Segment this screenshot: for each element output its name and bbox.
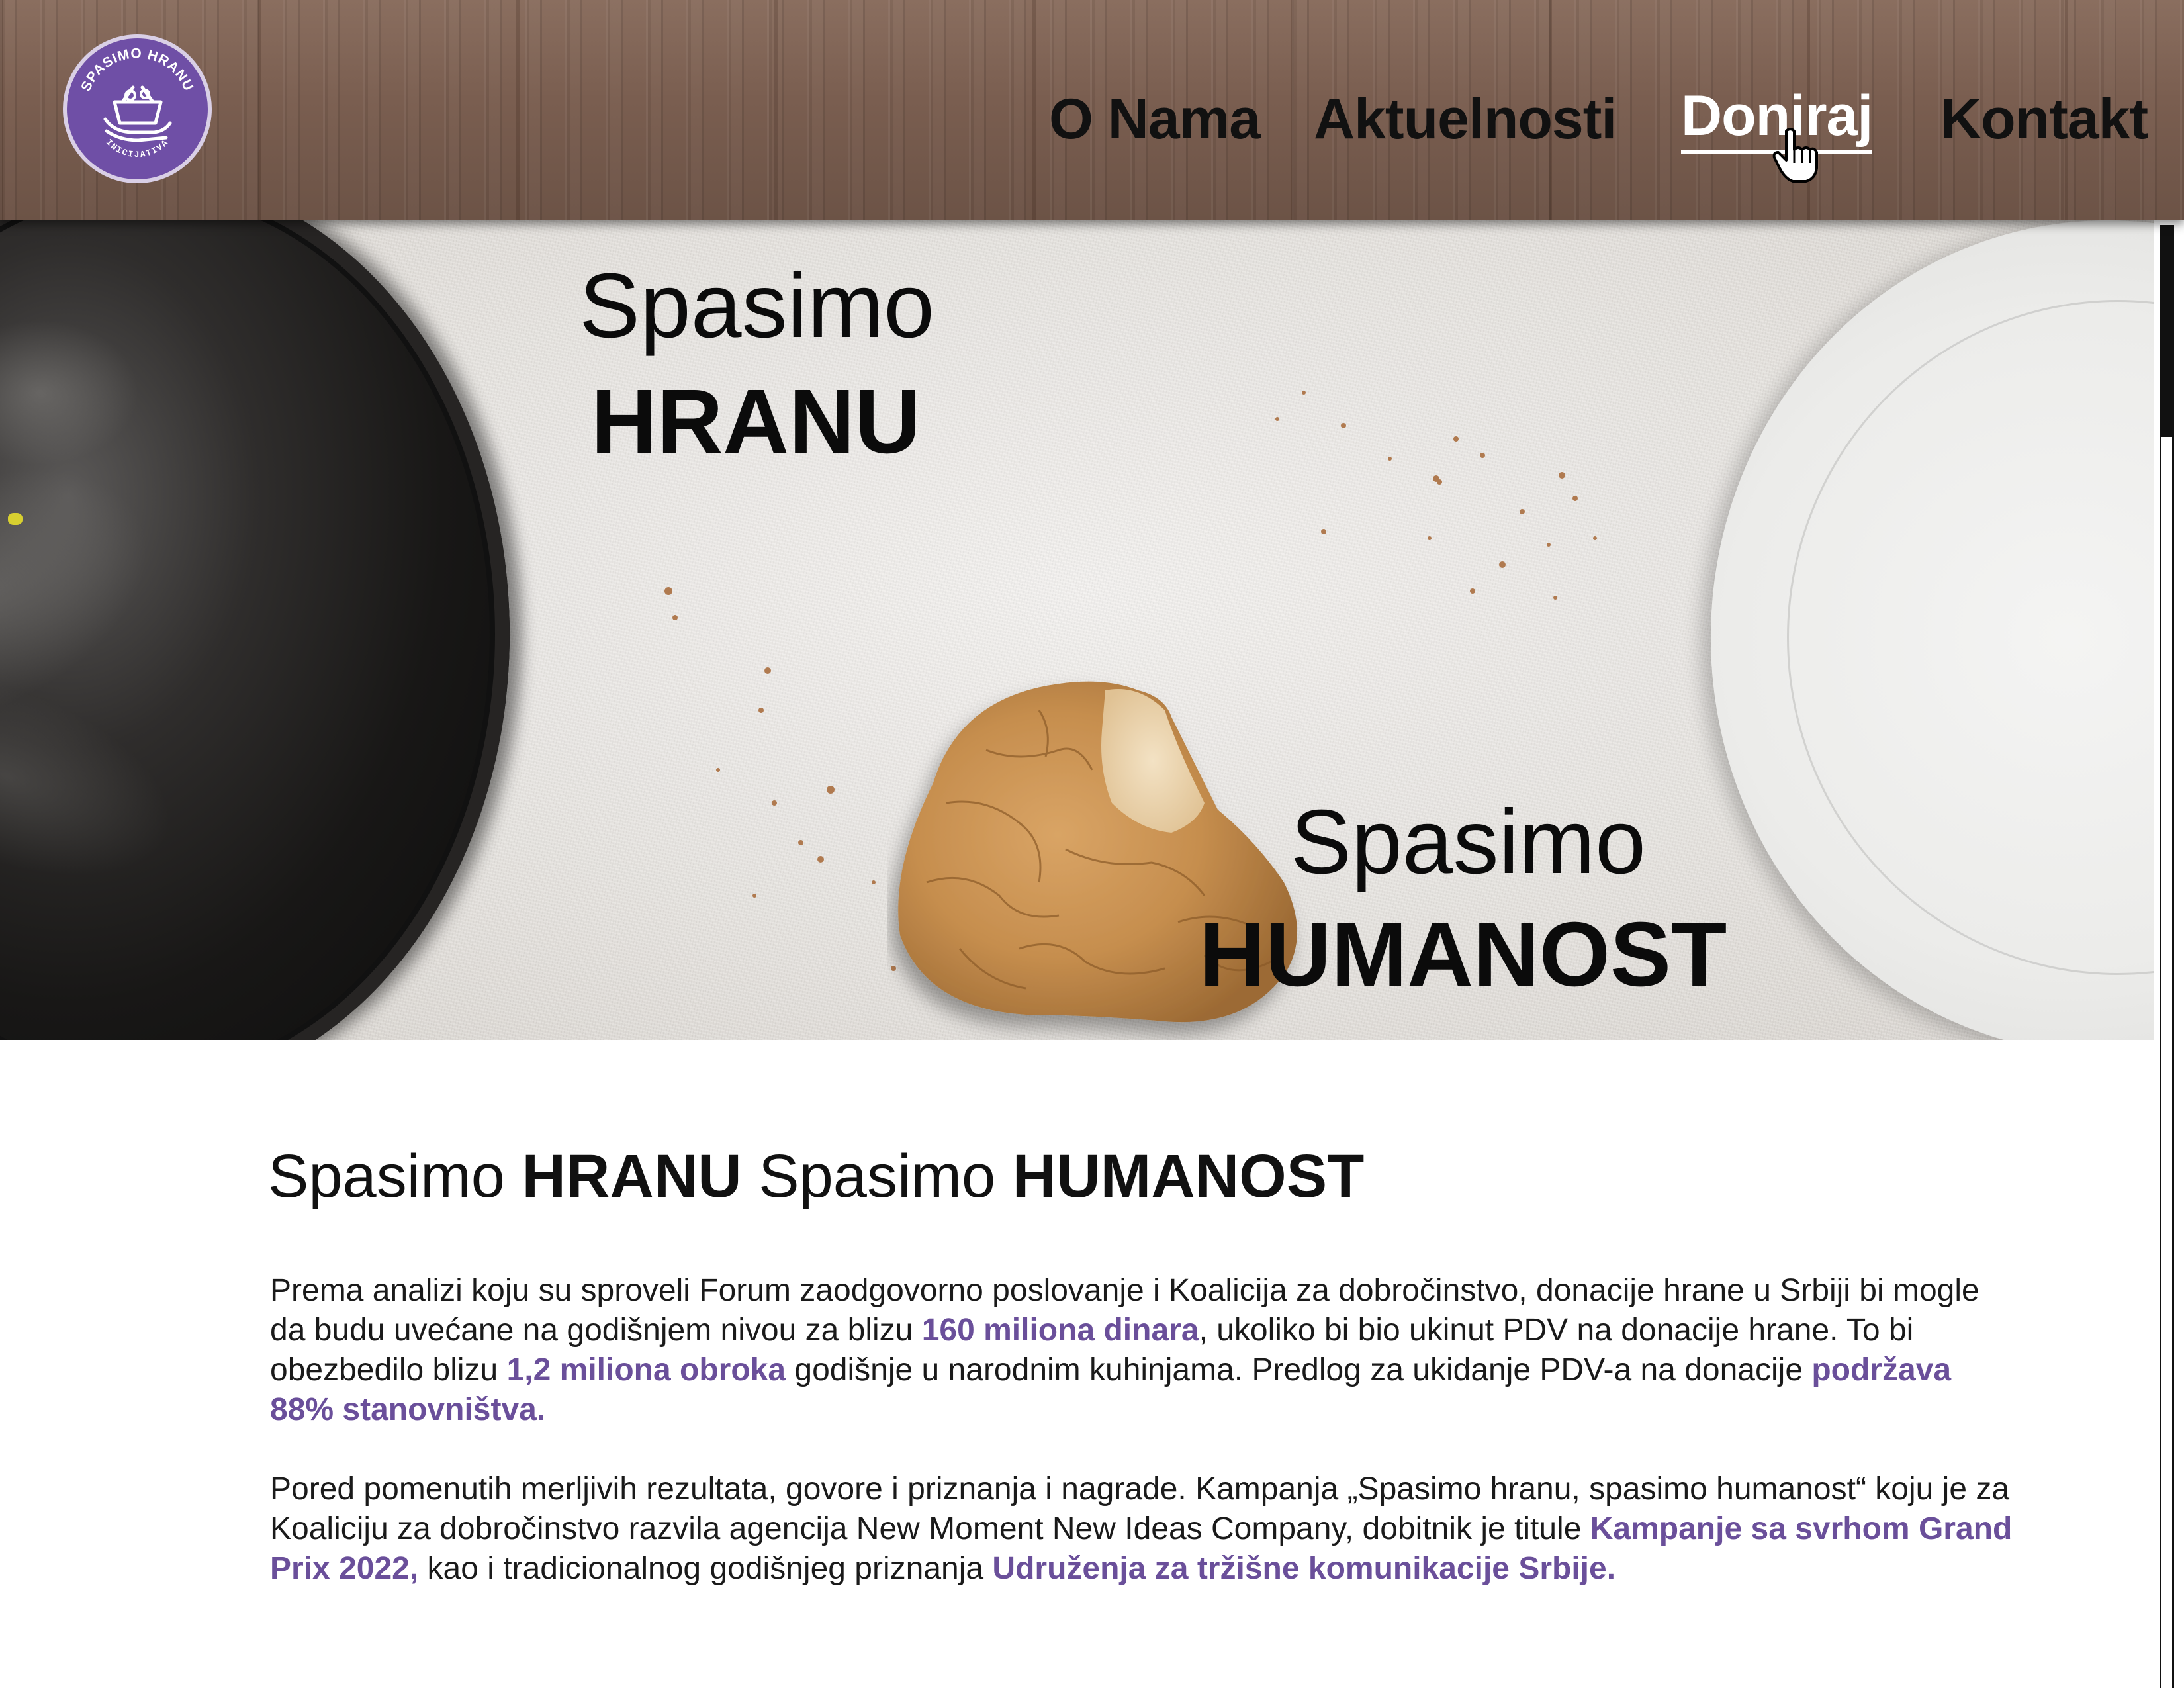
basket-heart-icon: SPASIMO HRANU INICIJATIVA <box>78 46 196 160</box>
hero-line2-light: Spasimo <box>1291 791 1646 893</box>
scrollbar-thumb[interactable] <box>2161 437 2172 1688</box>
hero-line1-light: Spasimo <box>579 255 934 357</box>
hero-line1-bold: HRANU <box>591 371 921 473</box>
hand-cursor-icon <box>1772 128 1818 183</box>
paragraph-vat-analysis: Prema analizi koju su sproveli Forum zao… <box>270 1273 1979 1427</box>
nav-aktuelnosti[interactable]: Aktuelnosti <box>1314 83 1617 156</box>
svg-text:SPASIMO HRANU: SPASIMO HRANU <box>78 46 196 93</box>
site-logo[interactable]: SPASIMO HRANU INICIJATIVA <box>63 34 212 183</box>
hero-line2-bold: HUMANOST <box>1199 904 1727 1006</box>
content-title: Spasimo HRANU Spasimo HUMANOST <box>268 1143 1365 1210</box>
paragraph-awards: Pored pomenutih merljivih rezultata, gov… <box>270 1472 2013 1586</box>
hero-banner: Spasimo HRANU Spasimo HUMANOST <box>0 220 2154 1040</box>
nav-o-nama[interactable]: O Nama <box>1049 83 1261 156</box>
site-header: SPASIMO HRANU INICIJATIVA O Nama Aktueln… <box>0 0 2184 220</box>
nav-kontakt[interactable]: Kontakt <box>1940 83 2148 156</box>
